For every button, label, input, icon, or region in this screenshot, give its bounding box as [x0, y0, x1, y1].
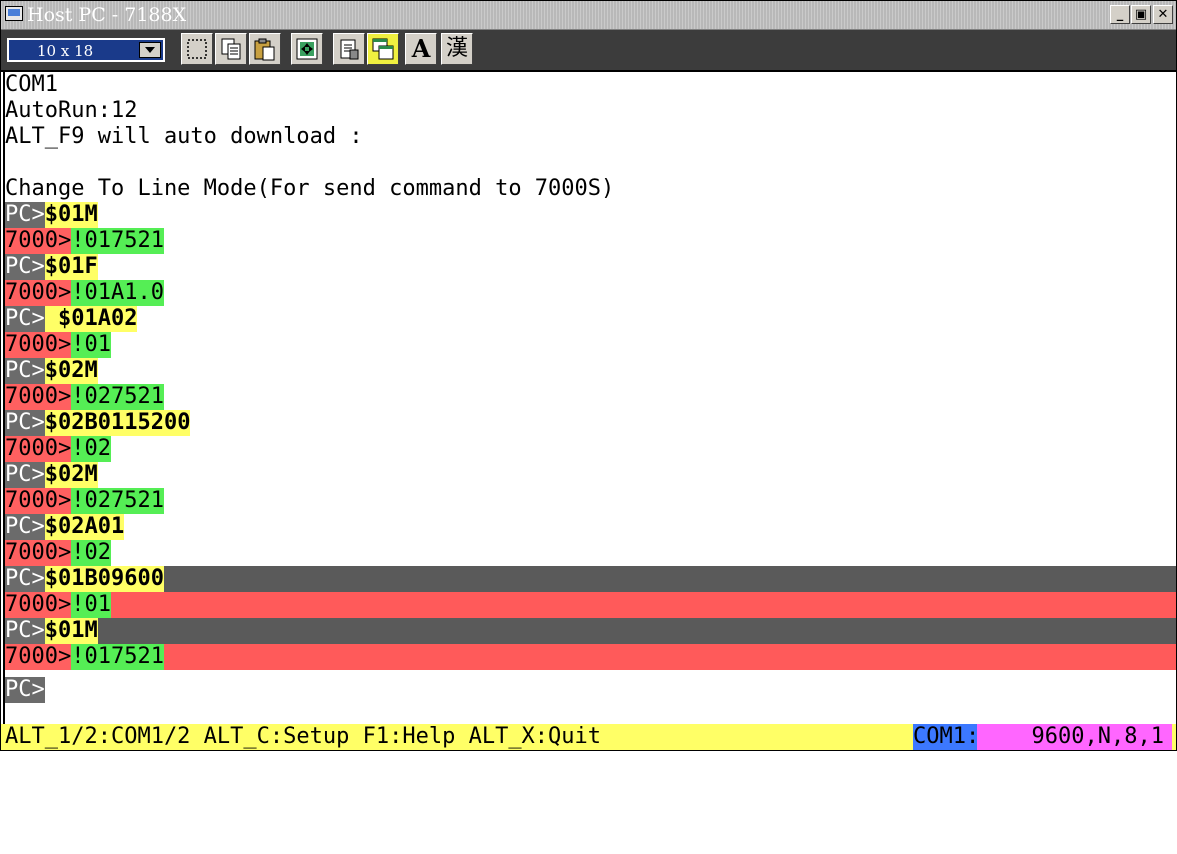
properties-icon	[340, 39, 359, 60]
module-response: !017521	[71, 644, 164, 670]
pc-command: $02A01	[44, 514, 125, 540]
window-title: Host PC - 7188X	[27, 4, 187, 26]
terminal-line: AutoRun:12	[5, 98, 138, 123]
module-response: !01	[71, 332, 111, 358]
terminal-output[interactable]: COM1 AutoRun:12 ALT_F9 will auto downloa…	[3, 72, 1176, 724]
module-prompt: 7000>	[5, 332, 72, 358]
pc-prompt: PC>	[5, 514, 45, 540]
toolbar: 10 x 18 A 漢	[1, 30, 1176, 72]
kanji-font-label: 漢	[445, 36, 468, 61]
pc-prompt: PC>	[5, 306, 45, 332]
pc-command: $01M	[44, 618, 98, 644]
status-port: COM1:	[913, 724, 980, 750]
module-response-row: 7000>!01A1.0	[5, 280, 1176, 306]
paste-icon	[254, 38, 275, 61]
pc-command-row: PC>$01B09600	[5, 566, 1176, 592]
copy-icon	[221, 38, 241, 60]
pc-prompt: PC>	[5, 202, 45, 228]
pc-prompt: PC>	[5, 677, 45, 703]
pc-command-row: PC> $01A02	[5, 306, 1176, 332]
pc-prompt: PC>	[5, 410, 45, 436]
module-response-row: 7000>!01	[5, 592, 1176, 618]
pc-command-row: PC>$01F	[5, 254, 1176, 280]
module-response-row: 7000>!02	[5, 540, 1176, 566]
module-response-row: 7000>!01	[5, 332, 1176, 358]
pc-command: $02M	[44, 462, 98, 488]
pc-command-row: PC>$01M	[5, 202, 1176, 228]
module-response: !027521	[71, 488, 164, 514]
pc-prompt: PC>	[5, 358, 45, 384]
text-font-button[interactable]: A	[405, 33, 437, 65]
pc-prompt: PC>	[5, 618, 45, 644]
fit-window-icon	[296, 38, 318, 60]
terminal-line: COM1	[5, 72, 58, 97]
copy-button[interactable]	[215, 33, 247, 65]
module-prompt: 7000>	[5, 228, 72, 254]
status-help-text: ALT_1/2:COM1/2 ALT_C:Setup F1:Help ALT_X…	[5, 724, 602, 749]
font-size-value: 10 x 18	[37, 42, 94, 60]
window-mode-button[interactable]	[367, 33, 399, 65]
terminal-line: Change To Line Mode(For send command to …	[5, 176, 615, 201]
font-size-select[interactable]: 10 x 18	[7, 38, 165, 62]
pc-command: $01A02	[44, 306, 138, 332]
module-prompt: 7000>	[5, 644, 72, 670]
status-bar: ALT_1/2:COM1/2 ALT_C:Setup F1:Help ALT_X…	[1, 724, 1176, 750]
module-response: !02	[71, 540, 111, 566]
module-prompt: 7000>	[5, 540, 72, 566]
title-bar[interactable]: Host PC - 7188X _ ▣ ✕	[1, 1, 1176, 30]
module-prompt: 7000>	[5, 280, 72, 306]
pc-command: $02M	[44, 358, 98, 384]
pc-command-row: PC>$01M	[5, 618, 1176, 644]
text-font-label: A	[411, 34, 431, 63]
pc-prompt: PC>	[5, 462, 45, 488]
minimize-button[interactable]: _	[1110, 5, 1130, 24]
host-pc-window: Host PC - 7188X _ ▣ ✕ 10 x 18 A 漢 COM1 A…	[0, 0, 1177, 751]
window-mode-icon	[372, 38, 394, 60]
pc-command: $01F	[44, 254, 98, 280]
module-response: !01A1.0	[71, 280, 164, 306]
module-prompt: 7000>	[5, 384, 72, 410]
paste-button[interactable]	[249, 33, 281, 65]
kanji-font-button[interactable]: 漢	[441, 33, 473, 65]
module-response: !02	[71, 436, 111, 462]
pc-command: $02B0115200	[44, 410, 191, 436]
maximize-button[interactable]: ▣	[1131, 5, 1151, 24]
pc-command: $01M	[44, 202, 98, 228]
pc-command: $01B09600	[44, 566, 164, 592]
pc-command-row: PC>	[5, 670, 1176, 703]
module-response-row: 7000>!017521	[5, 228, 1176, 254]
pc-command-row: PC>$02M	[5, 358, 1176, 384]
module-prompt: 7000>	[5, 592, 72, 618]
module-response-row: 7000>!027521	[5, 488, 1176, 514]
app-icon[interactable]	[5, 6, 23, 21]
module-prompt: 7000>	[5, 488, 72, 514]
close-button[interactable]: ✕	[1153, 5, 1173, 24]
select-icon	[187, 39, 207, 59]
pc-command-row: PC>$02M	[5, 462, 1176, 488]
select-button[interactable]	[181, 33, 213, 65]
module-prompt: 7000>	[5, 436, 72, 462]
module-response-row: 7000>!017521	[5, 644, 1176, 670]
module-response: !017521	[71, 228, 164, 254]
terminal-line: ALT_F9 will auto download :	[5, 124, 363, 149]
pc-prompt: PC>	[5, 254, 45, 280]
pc-command-row: PC>$02A01	[5, 514, 1176, 540]
status-port-settings: 9600,N,8,1	[977, 724, 1172, 750]
pc-prompt: PC>	[5, 566, 45, 592]
pc-command-row: PC>$02B0115200	[5, 410, 1176, 436]
module-response: !027521	[71, 384, 164, 410]
chevron-down-icon[interactable]	[139, 42, 161, 58]
fit-window-button[interactable]	[291, 33, 323, 65]
module-response-row: 7000>!02	[5, 436, 1176, 462]
module-response-row: 7000>!027521	[5, 384, 1176, 410]
properties-button[interactable]	[333, 33, 365, 65]
module-response: !01	[71, 592, 111, 618]
